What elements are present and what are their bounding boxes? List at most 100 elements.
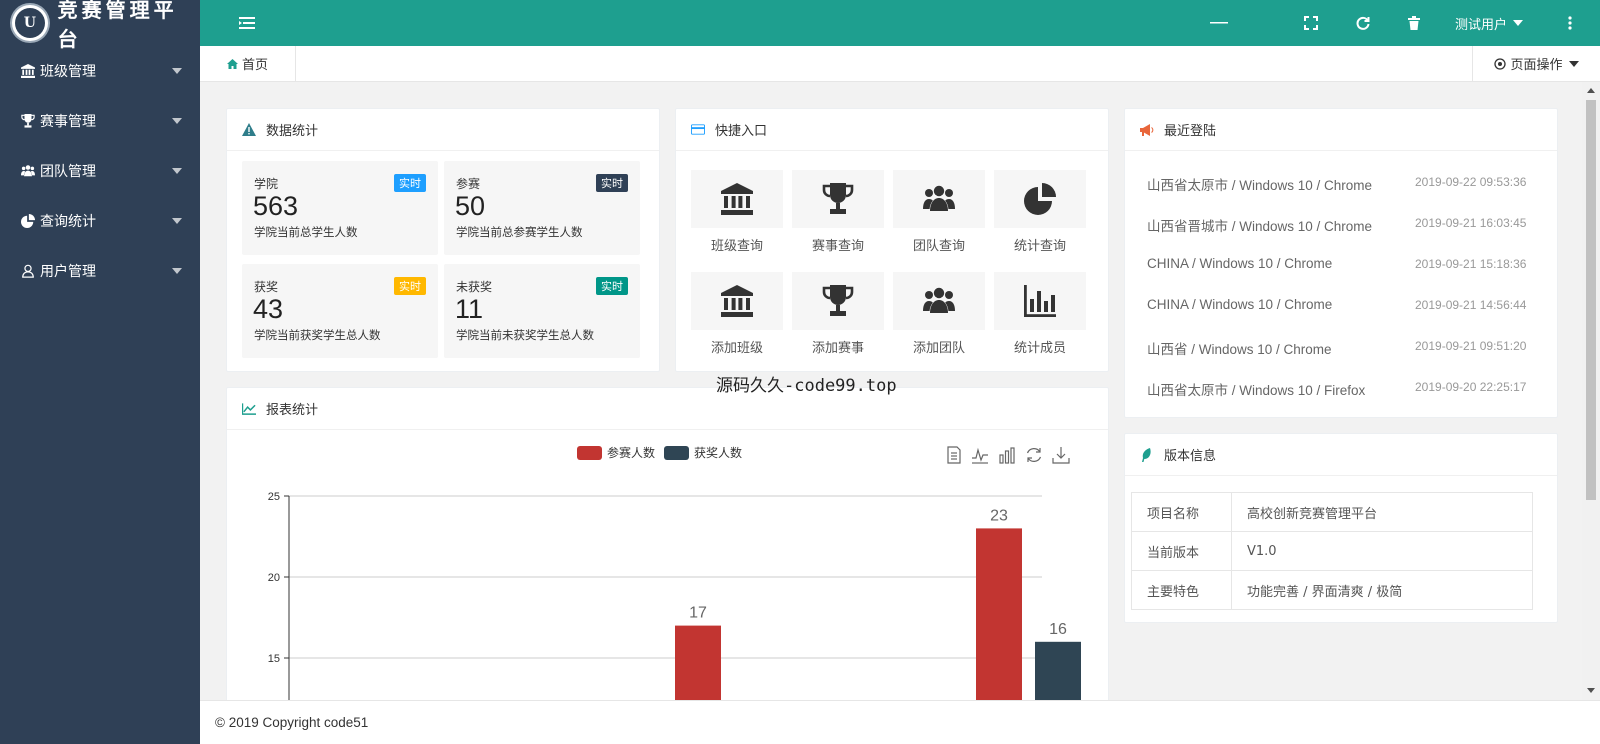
users-icon: [893, 272, 985, 330]
scrollbar[interactable]: [1582, 82, 1600, 700]
card-header: 数据统计: [227, 109, 659, 151]
login-time: 2019-09-22 09:53:36: [1415, 175, 1527, 189]
card-title: 数据统计: [266, 124, 319, 139]
pie-chart-icon: [994, 170, 1086, 228]
table-row: 主要特色 功能完善 / 界面清爽 / 极简: [1131, 570, 1533, 610]
fullscreen-icon[interactable]: [1296, 0, 1326, 46]
logo-letter: U: [14, 8, 45, 38]
user-menu[interactable]: 测试用户: [1444, 0, 1534, 46]
watermark-text: 源码久久-code99.top: [716, 376, 897, 396]
login-time: 2019-09-21 15:18:36: [1415, 257, 1527, 271]
stat-value: 563: [253, 191, 299, 221]
target-icon: [1494, 57, 1507, 70]
trend-icon: [242, 402, 256, 416]
bar-chart-icon: [994, 272, 1086, 330]
quick-entry[interactable]: 班级查询: [691, 170, 783, 254]
table-key: 项目名称: [1131, 492, 1232, 532]
users-icon: [20, 163, 36, 179]
tab-bar: 首页 页面操作: [200, 46, 1600, 82]
stat-label: 未获奖: [456, 280, 493, 294]
bar-chart-icon[interactable]: [998, 446, 1016, 464]
stat-tile: 获奖 实时 43 学院当前获奖学生总人数: [242, 264, 438, 358]
tab-home[interactable]: 首页: [200, 46, 296, 81]
login-time: 2019-09-20 22:25:17: [1415, 380, 1527, 394]
restore-icon[interactable]: [1025, 446, 1043, 464]
sidebar-item[interactable]: 班级管理: [0, 46, 200, 96]
refresh-icon[interactable]: [1348, 0, 1378, 46]
quick-entry[interactable]: 团队查询: [893, 170, 985, 254]
table-value: 功能完善 / 界面清爽 / 极简: [1231, 570, 1533, 610]
quick-entry[interactable]: 统计成员: [994, 272, 1086, 356]
user-name: 测试用户: [1454, 17, 1507, 33]
card-title: 报表统计: [266, 403, 319, 418]
trash-icon[interactable]: [1399, 0, 1429, 46]
status-badge: 实时: [596, 277, 628, 295]
menu-toggle-icon[interactable]: [232, 0, 262, 46]
scroll-up-icon[interactable]: [1587, 88, 1595, 93]
sidebar-item-label: 班级管理: [40, 64, 96, 80]
stat-label: 学院: [254, 177, 279, 191]
sidebar-item[interactable]: 查询统计: [0, 196, 200, 246]
bar-value-label: 17: [689, 605, 707, 622]
chevron-down-icon: [1513, 20, 1523, 26]
stat-label: 参赛: [456, 177, 481, 191]
leaf-icon: [1140, 447, 1154, 462]
table-value: 高校创新竞赛管理平台: [1231, 492, 1533, 532]
quick-entry-label: 班级查询: [710, 239, 763, 254]
recent-logins-card: 最近登陆 山西省太原市 / Windows 10 / Chrome 2019-0…: [1124, 108, 1558, 418]
home-icon: [226, 58, 238, 69]
report-card: 报表统计 参赛人数 获奖人数 15 20 25 17 23 16: [226, 387, 1109, 700]
stat-tile: 未获奖 实时 11 学院当前未获奖学生总人数: [444, 264, 640, 358]
login-time: 2019-09-21 14:56:44: [1415, 298, 1527, 312]
stat-label: 获奖: [254, 280, 279, 294]
table-row: 当前版本 V1.0: [1131, 531, 1533, 571]
quick-entry[interactable]: 添加团队: [893, 272, 985, 356]
minus-icon[interactable]: [1204, 0, 1234, 46]
card-title: 最近登陆: [1164, 124, 1217, 139]
login-location: 山西省晋城市 / Windows 10 / Chrome: [1147, 219, 1373, 234]
app-title: 竞赛管理平台: [57, 0, 178, 51]
login-location: 山西省太原市 / Windows 10 / Chrome: [1147, 178, 1373, 193]
chevron-down-icon: [172, 118, 182, 124]
bank-icon: [691, 272, 783, 330]
page-ops-dropdown[interactable]: 页面操作: [1472, 46, 1600, 81]
card-header: 版本信息: [1125, 434, 1557, 476]
bank-icon: [20, 63, 36, 79]
bar-value-label: 23: [990, 507, 1008, 524]
line-chart-icon[interactable]: [971, 446, 989, 464]
legend-swatch: [664, 445, 689, 460]
stat-tile: 学院 实时 563 学院当前总学生人数: [242, 161, 438, 255]
legend-item[interactable]: 获奖人数: [664, 444, 742, 461]
scroll-thumb[interactable]: [1586, 100, 1596, 500]
quick-entry[interactable]: 统计查询: [994, 170, 1086, 254]
table-key: 主要特色: [1131, 570, 1232, 610]
y-tick-label: 15: [268, 653, 280, 665]
trophy-icon: [20, 113, 36, 129]
top-header: 测试用户: [200, 0, 1600, 46]
chevron-down-icon: [172, 68, 182, 74]
card-header: 报表统计: [227, 388, 1108, 430]
trophy-icon: [792, 272, 884, 330]
legend-item[interactable]: 参赛人数: [577, 444, 655, 461]
status-badge: 实时: [596, 174, 628, 192]
scroll-down-icon[interactable]: [1587, 688, 1595, 693]
quick-entry[interactable]: 添加班级: [691, 272, 783, 356]
quick-entry-label: 添加赛事: [811, 341, 864, 356]
sidebar-item[interactable]: 用户管理: [0, 246, 200, 296]
pie-chart-icon: [20, 213, 36, 229]
data-view-icon[interactable]: [945, 446, 963, 464]
quick-entry[interactable]: 添加赛事: [792, 272, 884, 356]
more-vertical-icon[interactable]: [1562, 0, 1578, 46]
sidebar-item[interactable]: 团队管理: [0, 146, 200, 196]
card-title: 版本信息: [1164, 449, 1217, 464]
sidebar-item[interactable]: 赛事管理: [0, 96, 200, 146]
sidebar-item-label: 团队管理: [40, 164, 96, 180]
chevron-down-icon: [172, 268, 182, 274]
legend-swatch: [577, 445, 602, 460]
login-time: 2019-09-21 16:03:45: [1415, 216, 1527, 230]
quick-entry[interactable]: 赛事查询: [792, 170, 884, 254]
card-header: 快捷入口: [676, 109, 1108, 151]
login-location: 山西省太原市 / Windows 10 / Firefox: [1147, 383, 1366, 398]
quick-entry-label: 统计查询: [1013, 239, 1066, 254]
download-icon[interactable]: [1052, 446, 1070, 464]
